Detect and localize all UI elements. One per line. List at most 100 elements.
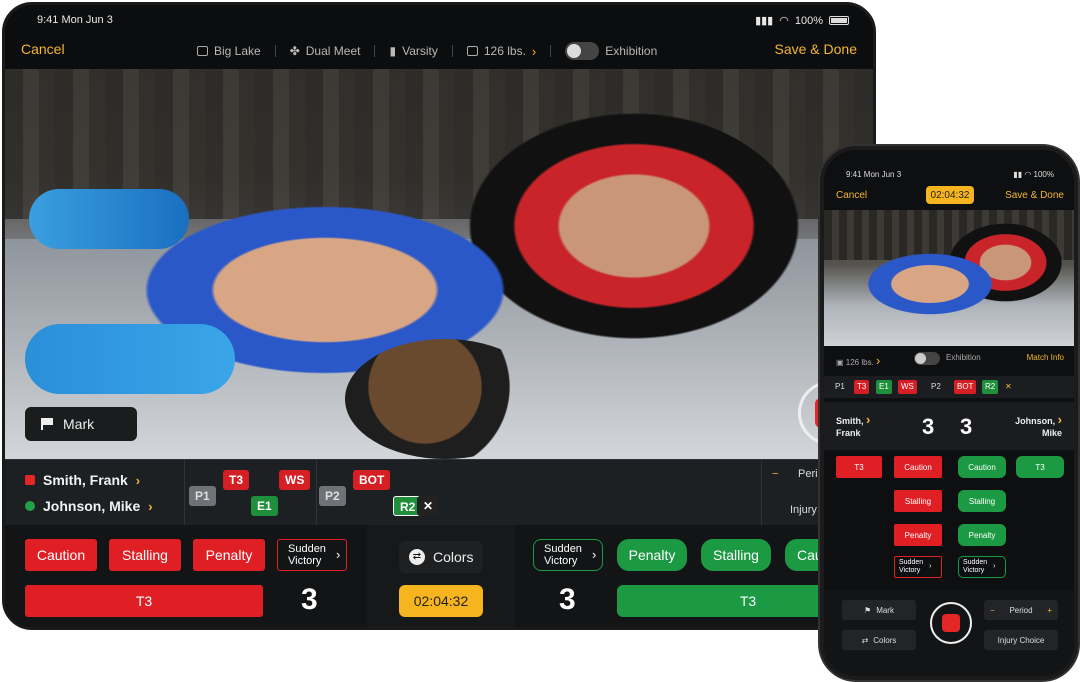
period-1-chip[interactable]: P1 [189,486,216,506]
phone-match-info-button[interactable]: Match Info [1027,353,1064,362]
green-stalling-button[interactable]: Stalling [701,539,771,571]
red-sudden-victory-button[interactable]: Sudden Victory › [277,539,347,571]
period-minus-button[interactable]: − [772,468,778,480]
cancel-button[interactable]: Cancel [21,41,65,57]
phone-green-wrestler-name[interactable]: Johnson, › Mike [1015,413,1062,439]
green-score: 3 [559,583,576,616]
phone-green-caution-button[interactable]: Caution [958,456,1006,478]
chevron-right-icon: › [531,43,537,59]
mark-label: Mark [63,416,95,432]
phone-record-button[interactable] [930,602,972,644]
phone-red-caution-button[interactable]: Caution [894,456,942,478]
phone-red-penalty-button[interactable]: Penalty [894,524,942,546]
phone-meta-row: ▣ 126 lbs. › Exhibition Match Info [824,348,1074,370]
scale-icon [466,46,478,56]
phone-period-1-chip[interactable]: P1 [832,380,848,394]
phone-cancel-button[interactable]: Cancel [836,190,867,201]
remove-chip-button[interactable]: ✕ [417,496,440,516]
phone-weight-item[interactable]: ▣ 126 lbs. › [836,353,880,368]
green-color-dot [25,501,35,511]
phone-green-score: 3 [960,414,973,439]
phone-chip-t3[interactable]: T3 [854,380,870,394]
exhibition-item: Exhibition [565,42,657,60]
wrestling-shoe [29,189,189,249]
mark-button[interactable]: Mark [25,407,137,441]
period-2-chip[interactable]: P2 [319,486,346,506]
marketing-composite: 9:41 Mon Jun 3 ▮▮▮ ◠ 100% Cancel Big Lak… [0,0,1080,682]
level-item[interactable]: ▮ Varsity [389,44,437,58]
phone-chip-ws[interactable]: WS [898,380,917,394]
event-type-item[interactable]: ✤ Dual Meet [290,44,361,58]
red-t3-button[interactable]: T3 [25,585,263,617]
phone-green-penalty-button[interactable]: Penalty [958,524,1006,546]
wrestler-head [345,339,545,459]
sudden-victory-label: Sudden Victory [544,543,582,567]
divider [316,460,317,526]
phone-chip-e1[interactable]: E1 [876,380,892,394]
status-right: ▮▮▮ ◠ 100% [755,14,849,27]
red-caution-button[interactable]: Caution [25,539,97,571]
exhibition-toggle[interactable] [565,42,600,60]
red-color-dot [25,475,35,485]
phone-mark-button[interactable]: ⚑ Mark [842,600,916,620]
period-plus-button[interactable]: + [1047,606,1052,615]
save-done-button[interactable]: Save & Done [775,41,858,57]
green-sudden-victory-button[interactable]: Sudden Victory › [533,539,603,571]
phone-device: 9:41 Mon Jun 3 ▮▮ ◠ 100% Cancel 02:04:32… [820,146,1078,680]
phone-chip-bot[interactable]: BOT [954,380,977,394]
phone-chip-r2[interactable]: R2 [982,380,999,394]
location-item[interactable]: Big Lake [197,44,261,58]
chevron-right-icon: › [591,547,597,562]
phone-video-view[interactable] [824,210,1074,346]
chevron-right-icon: › [135,472,141,488]
score-chip-t3[interactable]: T3 [223,470,250,490]
green-wrestler-row[interactable]: Johnson, Mike › [25,498,153,514]
phone-period-stepper[interactable]: − Period + [984,600,1058,620]
red-stalling-button[interactable]: Stalling [109,539,181,571]
phone-period-2-chip[interactable]: P2 [928,380,944,394]
level-label: Varsity [402,44,438,58]
colors-label: Colors [433,549,474,565]
phone-red-stalling-button[interactable]: Stalling [894,490,942,512]
score-chip-ws[interactable]: WS [279,470,311,490]
action-panel: Caution Stalling Penalty Sudden Victory ›… [5,525,873,627]
phone-red-t3-button[interactable]: T3 [836,456,882,478]
phone-period-chips: P1 T3 E1 WS P2 BOT R2 ✕ [824,376,1074,398]
divider [550,45,552,57]
red-wrestler-name: Smith, Frank [43,472,128,488]
phone-exhibition-toggle[interactable] [914,352,940,365]
video-view[interactable]: Mark [5,69,873,459]
phone-match-timer[interactable]: 02:04:32 [926,186,974,204]
red-penalty-button[interactable]: Penalty [193,539,265,571]
weight-item[interactable]: 126 lbs. › [466,43,537,59]
phone-red-wrestler-name[interactable]: Smith, › Frank [836,413,870,439]
divider [274,45,276,57]
phone-red-sudden-victory-button[interactable]: Sudden Victory › [894,556,942,578]
phone-colors-button[interactable]: ⇄ Colors [842,630,916,650]
green-penalty-button[interactable]: Penalty [617,539,687,571]
phone-injury-choice-button[interactable]: Injury Choice [984,630,1058,650]
wifi-icon: ◠ [779,15,789,27]
phone-green-stalling-button[interactable]: Stalling [958,490,1006,512]
wrestler-names: Smith, Frank › Johnson, Mike › [5,460,185,526]
phone-green-sudden-victory-button[interactable]: Sudden Victory › [958,556,1006,578]
phone-save-done-button[interactable]: Save & Done [1005,190,1064,201]
colors-button[interactable]: ⇄ Colors [399,541,483,573]
score-chip-e1[interactable]: E1 [251,496,278,516]
location-label: Big Lake [214,44,261,58]
blue-wrestler-figure [840,240,1020,320]
phone-status-time: 9:41 Mon Jun 3 [846,170,902,179]
period-minus-button[interactable]: − [990,606,995,615]
battery-icon [829,16,849,25]
choice-chip-bot[interactable]: BOT [353,470,391,490]
status-bar: 9:41 Mon Jun 3 ▮▮▮ ◠ 100% [5,5,873,33]
match-timer[interactable]: 02:04:32 [399,585,483,617]
chevron-right-icon: › [148,498,153,514]
event-type-label: Dual Meet [305,44,361,58]
red-wrestler-row[interactable]: Smith, Frank › [25,472,140,488]
flag-icon: ⚑ [864,605,872,615]
signal-icon: ▮▮▮ [755,15,774,27]
phone-green-t3-button[interactable]: T3 [1016,456,1064,478]
phone-remove-chip-button[interactable]: ✕ [1002,380,1015,394]
wrestling-shoe [25,324,235,394]
